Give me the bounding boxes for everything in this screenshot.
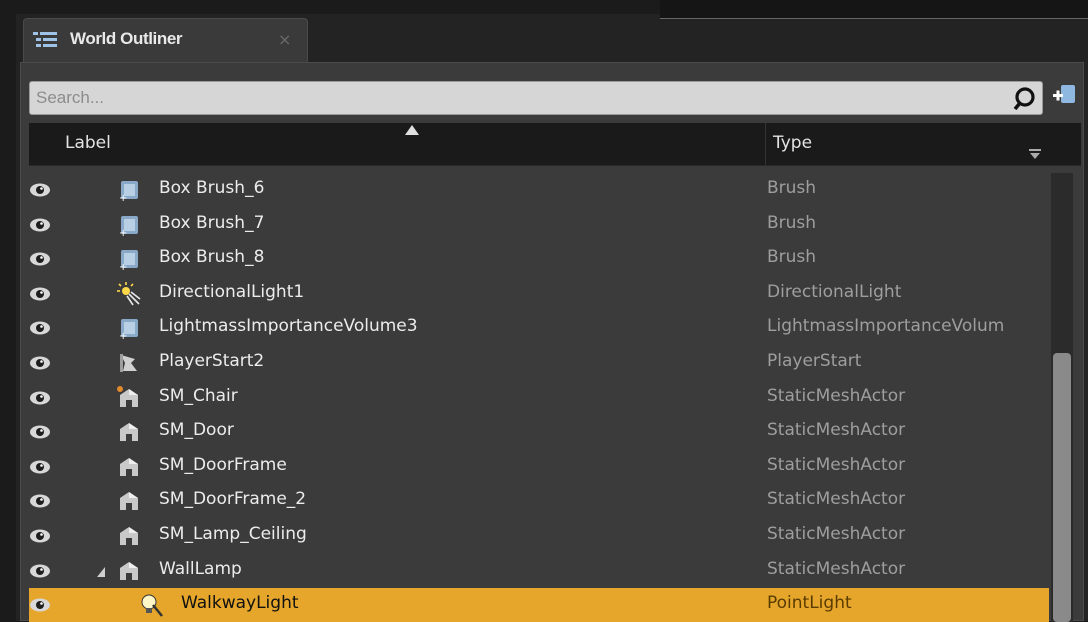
- actor-type: StaticMeshActor: [767, 524, 906, 544]
- table-row[interactable]: SM_Lamp_Ceiling StaticMeshActor: [29, 519, 1049, 553]
- svg-text:+: +: [119, 331, 127, 340]
- column-header: Label Type: [29, 123, 1081, 166]
- actor-label: SM_Lamp_Ceiling: [159, 524, 307, 544]
- brush-icon: +: [117, 178, 141, 204]
- actor-label: SM_Door: [159, 420, 234, 441]
- visibility-eye-icon[interactable]: [29, 251, 51, 267]
- actor-type: Brush: [767, 247, 817, 268]
- actor-type: StaticMeshActor: [767, 454, 906, 475]
- table-row[interactable]: SM_Chair StaticMeshActor: [29, 381, 1049, 415]
- outliner-panel: Label Type + Box Brush_6 Brush + Box Brush_7…: [20, 62, 1084, 622]
- svg-text:+: +: [119, 262, 127, 271]
- visibility-eye-icon[interactable]: [29, 528, 51, 544]
- tab-title: World Outliner: [70, 29, 183, 48]
- actor-label: SM_Chair: [159, 385, 238, 406]
- actor-label: SM_DoorFrame_2: [159, 489, 307, 510]
- visibility-eye-icon[interactable]: [29, 493, 51, 509]
- directional-light-icon: [117, 281, 141, 306]
- table-row[interactable]: SM_DoorFrame_2 StaticMeshActor: [29, 484, 1049, 518]
- column-label-header[interactable]: Label: [65, 133, 111, 153]
- point-light-icon: [139, 593, 163, 617]
- visibility-eye-icon[interactable]: [29, 355, 51, 371]
- actor-label: WallLamp: [159, 558, 242, 579]
- top-toolbar-strip: [660, 0, 1088, 19]
- visibility-eye-icon[interactable]: [29, 390, 51, 406]
- table-row[interactable]: DirectionalLight1 DirectionalLight: [29, 277, 1049, 311]
- actor-type: Brush: [767, 212, 817, 233]
- actor-type: PointLight: [767, 593, 852, 614]
- actor-label: Box Brush_8: [159, 247, 265, 268]
- search-box: [29, 81, 1043, 115]
- actor-label: Box Brush_7: [159, 212, 265, 233]
- table-row[interactable]: + Box Brush_7 Brush: [29, 208, 1049, 242]
- static-mesh-icon: [117, 385, 141, 410]
- scrollbar-thumb[interactable]: [1053, 353, 1071, 622]
- table-row[interactable]: PlayerStart2 PlayerStart: [29, 346, 1049, 380]
- sort-ascending-icon: [405, 125, 419, 135]
- search-icon[interactable]: [1012, 86, 1038, 112]
- visibility-eye-icon[interactable]: [29, 182, 51, 198]
- collapse-arrow-icon[interactable]: [95, 564, 107, 578]
- table-row[interactable]: WalkwayLight PointLight: [29, 588, 1049, 622]
- actor-type: LightmassImportanceVolum: [767, 316, 1005, 337]
- visibility-eye-icon[interactable]: [29, 424, 51, 440]
- actor-type: StaticMeshActor: [767, 420, 906, 441]
- actor-type: StaticMeshActor: [767, 385, 906, 406]
- actor-type: PlayerStart: [767, 351, 862, 371]
- list-icon: [33, 32, 57, 47]
- table-row[interactable]: SM_Door StaticMeshActor: [29, 415, 1049, 449]
- brush-icon: +: [117, 213, 141, 239]
- visibility-eye-icon[interactable]: [29, 286, 51, 302]
- actor-type: Brush: [767, 178, 817, 198]
- table-row[interactable]: SM_DoorFrame StaticMeshActor: [29, 450, 1049, 484]
- svg-text:+: +: [119, 228, 127, 237]
- visibility-eye-icon[interactable]: [29, 320, 51, 336]
- actor-type: StaticMeshActor: [767, 558, 906, 579]
- table-row[interactable]: + Box Brush_6 Brush: [29, 173, 1049, 207]
- tab-world-outliner[interactable]: World Outliner ×: [23, 18, 308, 62]
- brush-icon: +: [117, 247, 141, 273]
- vertical-scrollbar[interactable]: [1051, 173, 1073, 622]
- actor-label: SM_DoorFrame: [159, 454, 287, 475]
- static-mesh-icon: [117, 489, 141, 513]
- actor-type: StaticMeshActor: [767, 489, 906, 510]
- visibility-eye-icon[interactable]: [29, 459, 51, 475]
- visibility-eye-icon[interactable]: [29, 563, 51, 579]
- visibility-eye-icon[interactable]: [29, 217, 51, 233]
- column-divider[interactable]: [765, 123, 766, 165]
- add-actor-icon[interactable]: [1049, 81, 1079, 111]
- svg-text:+: +: [119, 193, 127, 202]
- visibility-eye-icon[interactable]: [29, 597, 51, 613]
- actor-label: WalkwayLight: [181, 593, 299, 614]
- table-row[interactable]: WallLamp StaticMeshActor: [29, 554, 1049, 588]
- static-mesh-icon: [117, 524, 141, 548]
- actor-type: DirectionalLight: [767, 281, 902, 302]
- close-icon[interactable]: ×: [278, 30, 291, 49]
- player-start-icon: [117, 351, 141, 375]
- table-row[interactable]: + LightmassImportanceVolume3 LightmassImpo…: [29, 311, 1049, 345]
- static-mesh-icon: [117, 420, 141, 444]
- actor-label: PlayerStart2: [159, 351, 265, 371]
- volume-icon: +: [117, 316, 141, 342]
- column-type-header[interactable]: Type: [773, 133, 812, 153]
- actor-label: Box Brush_6: [159, 178, 265, 198]
- actor-label: LightmassImportanceVolume3: [159, 316, 418, 337]
- actor-label: DirectionalLight1: [159, 281, 305, 302]
- dropdown-icon[interactable]: [1029, 149, 1041, 159]
- table-row[interactable]: + Box Brush_8 Brush: [29, 242, 1049, 276]
- static-mesh-icon: [117, 455, 141, 479]
- static-mesh-icon: [117, 559, 141, 583]
- search-input[interactable]: [30, 82, 982, 114]
